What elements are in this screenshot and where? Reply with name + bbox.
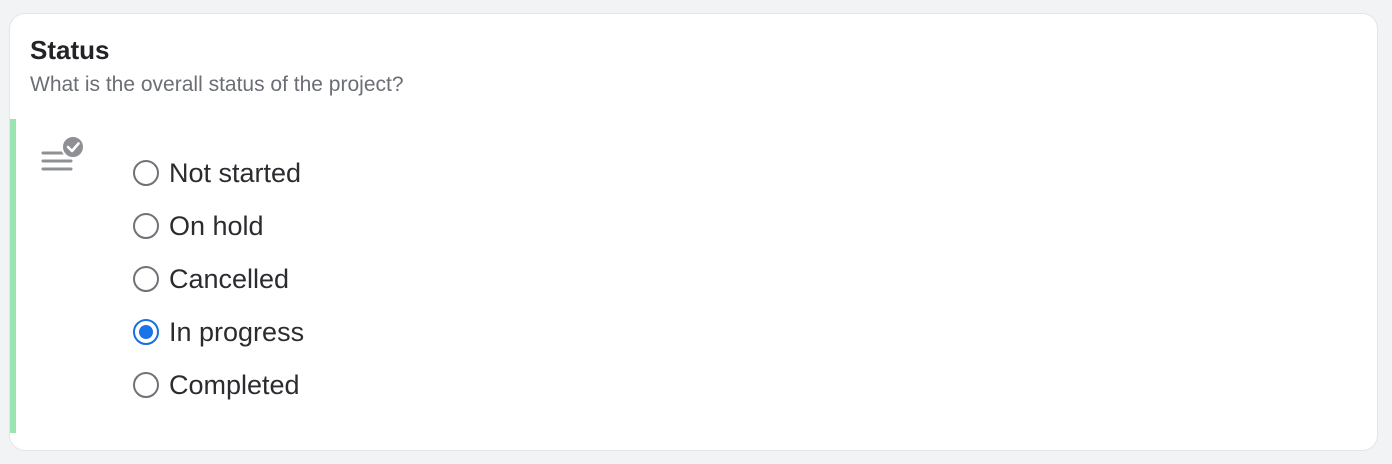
- question-header: Status What is the overall status of the…: [30, 34, 1357, 98]
- radio-option-on-hold[interactable]: On hold: [133, 199, 304, 252]
- radio-button[interactable]: [133, 265, 159, 292]
- status-radio-group: Not started On hold Cancelled In progres…: [133, 146, 304, 411]
- radio-option-label: In progress: [169, 316, 305, 347]
- question-description: What is the overall status of the projec…: [30, 73, 404, 96]
- radio-option-completed[interactable]: Completed: [133, 358, 304, 411]
- question-title: Status: [30, 35, 110, 65]
- radio-option-label: Cancelled: [169, 263, 290, 294]
- radio-button[interactable]: [133, 212, 159, 239]
- radio-option-label: On hold: [169, 210, 264, 241]
- radio-option-label: Not started: [169, 157, 302, 188]
- radio-button[interactable]: [133, 371, 159, 398]
- radio-option-not-started[interactable]: Not started: [133, 146, 304, 199]
- question-accent-bar: [10, 119, 16, 433]
- radio-option-in-progress[interactable]: In progress: [133, 305, 304, 358]
- checklist-icon: [41, 135, 87, 182]
- radio-option-cancelled[interactable]: Cancelled: [133, 252, 304, 305]
- status-question-card: Status What is the overall status of the…: [9, 13, 1378, 451]
- radio-button[interactable]: [133, 318, 159, 345]
- radio-option-label: Completed: [169, 369, 300, 400]
- radio-button[interactable]: [133, 159, 159, 186]
